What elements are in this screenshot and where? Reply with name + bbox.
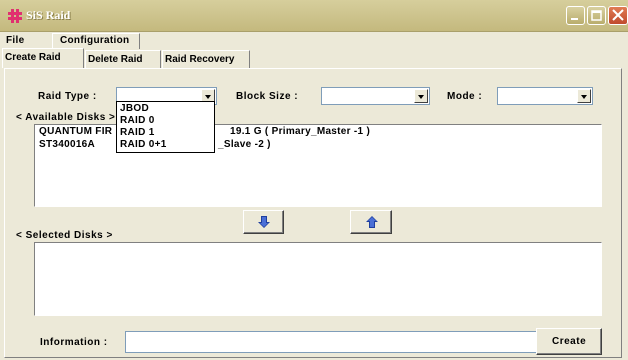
create-button-label: Create xyxy=(552,336,587,347)
dropdown-option-jbod[interactable]: JBOD xyxy=(120,103,149,114)
minimize-button[interactable] xyxy=(566,6,585,25)
dropdown-option-raid-0-1[interactable]: RAID 0+1 xyxy=(120,139,167,150)
arrow-up-icon xyxy=(366,216,378,228)
raid-type-label: Raid Type : xyxy=(38,91,97,102)
raid-type-dropdown-list: JBOD RAID 0 RAID 1 RAID 0+1 xyxy=(116,101,215,153)
dropdown-option-raid-1[interactable]: RAID 1 xyxy=(120,127,155,138)
tab-create-raid[interactable]: Create Raid xyxy=(2,48,84,68)
create-button[interactable]: Create xyxy=(536,328,602,355)
information-field[interactable] xyxy=(125,331,537,353)
menu-file[interactable]: File xyxy=(6,35,24,46)
tab-raid-recovery[interactable]: Raid Recovery xyxy=(162,50,250,68)
tab-label: Raid Recovery xyxy=(165,54,235,65)
window-title: SiS Raid xyxy=(26,8,71,22)
tab-label: Delete Raid xyxy=(88,54,143,65)
selected-disks-list[interactable] xyxy=(34,242,602,316)
mode-label: Mode : xyxy=(447,91,483,102)
move-up-button[interactable] xyxy=(350,210,392,234)
available-disks-label: < Available Disks > xyxy=(16,112,116,123)
tab-label: Create Raid xyxy=(5,52,61,63)
disk-info: 19.1 G ( Primary_Master -1 ) xyxy=(230,126,371,137)
information-label: Information : xyxy=(40,337,108,348)
maximize-button[interactable] xyxy=(587,6,606,25)
move-down-button[interactable] xyxy=(243,210,284,234)
tab-delete-raid[interactable]: Delete Raid xyxy=(85,50,161,68)
chevron-down-icon[interactable] xyxy=(577,89,591,103)
disk-name: ST340016A xyxy=(39,139,96,150)
block-size-select[interactable] xyxy=(321,87,430,105)
close-icon xyxy=(612,9,624,21)
close-button[interactable] xyxy=(608,6,628,25)
disk-info: _Slave -2 ) xyxy=(218,139,271,150)
maximize-icon xyxy=(591,10,602,21)
minimize-icon xyxy=(571,18,578,20)
app-icon xyxy=(8,9,22,23)
disk-name: QUANTUM FIR xyxy=(39,126,113,137)
chevron-down-icon[interactable] xyxy=(414,89,428,103)
title-bar[interactable]: SiS Raid xyxy=(0,0,628,32)
block-size-label: Block Size : xyxy=(236,91,299,102)
configuration-tab-frame xyxy=(52,33,140,49)
mode-select[interactable] xyxy=(497,87,593,105)
arrow-down-icon xyxy=(258,216,270,228)
dropdown-option-raid-0[interactable]: RAID 0 xyxy=(120,115,155,126)
sis-raid-window: SiS Raid File Configuration Create Raid xyxy=(0,0,628,360)
tab-strip: Create Raid Delete Raid Raid Recovery xyxy=(0,48,628,68)
selected-disks-label: < Selected Disks > xyxy=(16,230,113,241)
